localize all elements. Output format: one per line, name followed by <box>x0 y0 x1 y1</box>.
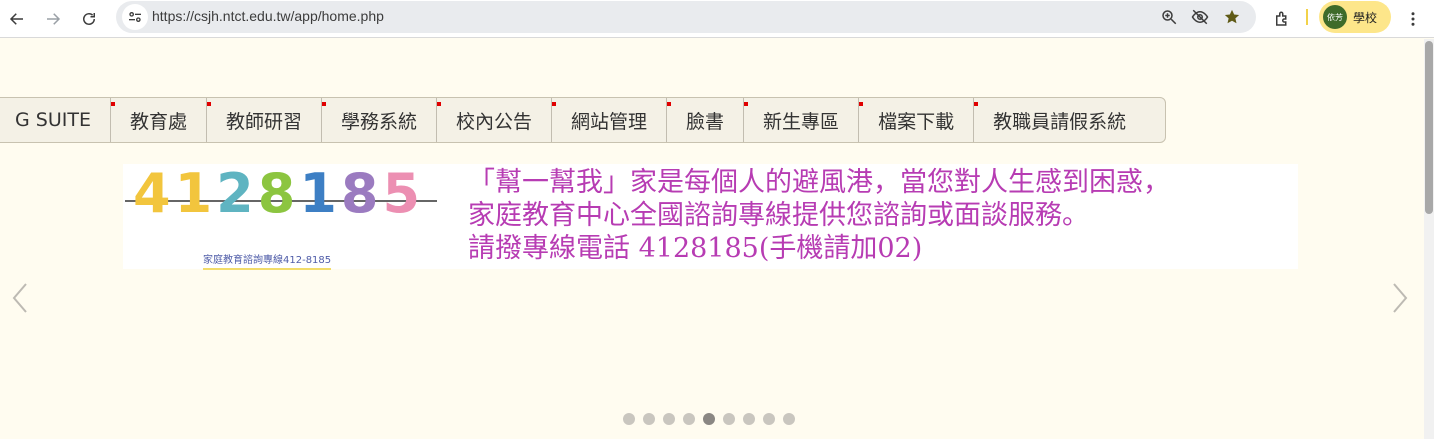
nav-item-label: 學務系統 <box>340 110 417 133</box>
nav-item-label: 新生專區 <box>763 110 840 133</box>
nav-item-teacher-training[interactable]: 教師研習 <box>206 98 322 142</box>
nav-item-label: 教職員請假系統 <box>993 110 1127 133</box>
nav-item-label: 教師研習 <box>225 110 302 133</box>
submenu-marker <box>552 102 557 106</box>
profile-label: 學校 <box>1353 10 1378 25</box>
nav-item-gsuite[interactable]: G SUITE <box>0 98 111 142</box>
zoom-icon[interactable] <box>1158 6 1180 28</box>
hotline-digit: 1 <box>299 162 337 225</box>
browser-toolbar: https://csjh.ntct.edu.tw/app/home.php 依芳… <box>0 0 1434 38</box>
hotline-digit: 5 <box>382 162 421 225</box>
nav-item-label: 校內公告 <box>456 110 533 133</box>
nav-item-label: 教育處 <box>129 110 187 133</box>
url-text[interactable]: https://csjh.ntct.edu.tw/app/home.php <box>152 8 384 24</box>
carousel-prev-icon[interactable] <box>10 282 30 314</box>
main-nav: G SUITE 教育處 教師研習 學務系統 校內公告 網站管理 臉書 新生專區 … <box>0 97 1166 143</box>
nav-item-new-students[interactable]: 新生專區 <box>744 98 860 142</box>
carousel-indicator-dot[interactable] <box>623 413 635 425</box>
forward-icon[interactable] <box>39 5 67 33</box>
carousel-indicator-dot[interactable] <box>723 413 735 425</box>
carousel-slide-banner[interactable]: 4 1 2 8 1 8 5 家庭教育諮詢專線412-8185 「幫一幫我」家是每… <box>123 164 1298 270</box>
nav-item-student-affairs[interactable]: 學務系統 <box>321 98 437 142</box>
submenu-marker <box>321 102 326 106</box>
nav-item-label: G SUITE <box>15 109 91 131</box>
hotline-number-graphic: 4 1 2 8 1 8 5 <box>133 164 420 224</box>
submenu-marker <box>437 102 441 106</box>
address-bar[interactable]: https://csjh.ntct.edu.tw/app/home.php <box>116 1 1256 33</box>
carousel-next-icon[interactable] <box>1390 282 1410 314</box>
nav-item-downloads[interactable]: 檔案下載 <box>859 98 975 142</box>
banner-caption: 家庭教育諮詢專線412-8185 <box>203 251 332 270</box>
nav-item-site-admin[interactable]: 網站管理 <box>552 98 668 142</box>
more-menu-icon[interactable] <box>1399 5 1427 33</box>
back-icon[interactable] <box>3 5 31 33</box>
submenu-marker <box>110 102 115 106</box>
submenu-marker <box>206 102 211 106</box>
nav-item-label: 檔案下載 <box>878 110 955 133</box>
eye-off-icon[interactable] <box>1189 6 1211 28</box>
nav-item-announcements[interactable]: 校內公告 <box>437 98 553 142</box>
carousel-indicator-dot[interactable] <box>643 413 655 425</box>
submenu-marker <box>974 102 979 106</box>
banner-line: 請撥專線電話 4128185(手機請加02) <box>468 233 923 264</box>
avatar: 依芳 <box>1323 5 1347 29</box>
toolbar-divider <box>1306 9 1308 25</box>
carousel-indicator-dot[interactable] <box>783 413 795 425</box>
nav-item-label: 網站管理 <box>571 110 648 133</box>
carousel-indicator-dot[interactable] <box>663 413 675 425</box>
hotline-digit: 2 <box>216 162 254 225</box>
hotline-digit: 8 <box>340 162 379 225</box>
nav-item-education-dept[interactable]: 教育處 <box>110 98 207 142</box>
nav-item-staff-leave[interactable]: 教職員請假系統 <box>974 98 1145 142</box>
nav-item-facebook[interactable]: 臉書 <box>667 98 745 142</box>
submenu-marker <box>744 102 749 106</box>
hotline-digit: 1 <box>174 162 213 225</box>
bookmark-star-icon[interactable] <box>1221 6 1243 28</box>
carousel-indicators <box>623 413 795 425</box>
banner-line: 「幫一幫我」家是每個人的避風港，當您對人生感到困惑， <box>468 167 1170 198</box>
site-info-icon[interactable] <box>122 4 148 30</box>
scrollbar-thumb[interactable] <box>1425 41 1433 214</box>
carousel-indicator-dot[interactable] <box>683 413 695 425</box>
hotline-digit: 8 <box>257 162 296 225</box>
banner-message: 「幫一幫我」家是每個人的避風港，當您對人生感到困惑， 家庭教育中心全國諮詢專線提… <box>468 166 1170 265</box>
hotline-digit: 4 <box>133 162 171 225</box>
submenu-marker <box>667 102 672 106</box>
carousel-indicator-dot[interactable] <box>743 413 755 425</box>
carousel-indicator-dot[interactable] <box>763 413 775 425</box>
nav-item-label: 臉書 <box>686 110 725 133</box>
submenu-marker <box>859 102 864 106</box>
profile-button[interactable]: 依芳 學校 <box>1319 1 1391 33</box>
banner-line: 家庭教育中心全國諮詢專線提供您諮詢或面談服務。 <box>468 200 1089 231</box>
page-scrollbar[interactable] <box>1424 39 1434 439</box>
reload-icon[interactable] <box>75 5 103 33</box>
carousel-indicator-dot[interactable] <box>703 413 715 425</box>
extensions-icon[interactable] <box>1268 5 1296 33</box>
